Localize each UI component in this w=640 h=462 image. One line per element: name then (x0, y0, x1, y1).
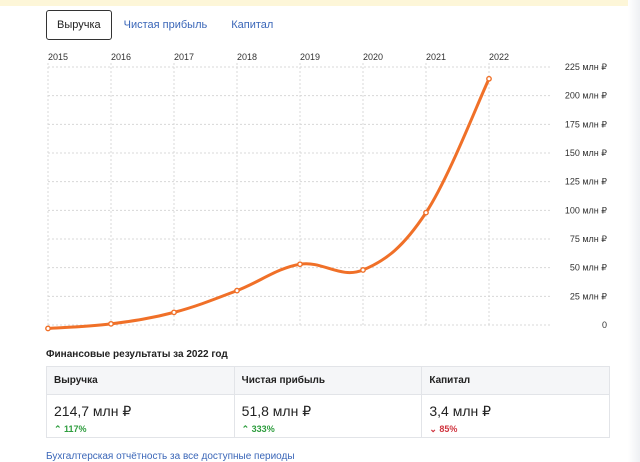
x-tick-label: 2022 (489, 52, 509, 62)
results-col-capital: Капитал 3,4 млн ₽ ⌄ 85% (422, 367, 610, 437)
results-col-value: 214,7 млн ₽ (54, 403, 132, 419)
y-tick-label: 75 млн ₽ (570, 234, 607, 244)
tab-revenue[interactable]: Выручка (46, 10, 112, 40)
data-point[interactable] (45, 325, 51, 332)
arrow-down-icon: ⌄ (429, 424, 437, 434)
results-table: Выручка 214,7 млн ₽ ⌃ 117% Чистая прибыль… (46, 366, 610, 438)
data-point[interactable] (108, 320, 114, 327)
results-col-header: Выручка (47, 367, 234, 395)
results-title: Финансовые результаты за 2022 год (46, 349, 228, 360)
change-value: 333% (251, 424, 275, 434)
y-tick-label: 25 млн ₽ (570, 291, 607, 301)
data-point[interactable] (486, 75, 492, 82)
arrow-up-icon: ⌃ (54, 424, 62, 434)
revenue-line (46, 77, 491, 330)
data-point[interactable] (234, 287, 240, 294)
change-value: 85% (439, 424, 458, 434)
y-tick-label: 175 млн ₽ (565, 119, 607, 129)
tab-capital[interactable]: Капитал (219, 11, 285, 39)
x-tick-label: 2017 (174, 52, 194, 62)
y-tick-label: 50 млн ₽ (570, 263, 607, 273)
y-tick-label: 200 млн ₽ (565, 91, 607, 101)
change-value: 117% (64, 424, 87, 434)
x-tick-label: 2021 (426, 52, 446, 62)
x-tick-label: 2018 (237, 52, 257, 62)
y-tick-label: 100 млн ₽ (565, 205, 607, 215)
revenue-chart: 0 25 млн ₽ 50 млн ₽ 75 млн ₽ 100 млн ₽ 125 мл… (45, 52, 607, 332)
results-col-header: Капитал (422, 367, 610, 395)
results-col-value: 51,8 млн ₽ (241, 403, 312, 419)
all-reports-link[interactable]: Бухгалтерская отчётность за все доступны… (46, 451, 295, 462)
data-point[interactable] (297, 261, 303, 268)
metric-tabs: Выручка Чистая прибыль Капитал (46, 10, 285, 40)
y-tick-label: 150 млн ₽ (565, 148, 607, 158)
x-tick-label: 2020 (363, 52, 383, 62)
y-tick-label: 225 млн ₽ (565, 62, 607, 72)
change-badge: ⌄ 85% (422, 424, 609, 435)
y-tick-label: 0 (602, 320, 607, 330)
results-col-revenue: Выручка 214,7 млн ₽ ⌃ 117% (47, 367, 235, 437)
arrow-up-icon: ⌃ (241, 424, 250, 434)
results-col-header: Чистая прибыль (234, 367, 422, 395)
top-strip (0, 0, 640, 6)
change-badge: ⌃ 333% (235, 424, 422, 435)
x-tick-label: 2019 (300, 52, 320, 62)
y-tick-label: 125 млн ₽ (565, 177, 607, 187)
data-point[interactable] (360, 267, 366, 273)
tab-net-profit[interactable]: Чистая прибыль (112, 11, 220, 39)
change-badge: ⌃ 117% (47, 424, 234, 435)
x-tick-label: 2016 (111, 52, 131, 62)
data-point[interactable] (171, 309, 177, 316)
results-col-net-profit: Чистая прибыль 51,8 млн ₽ ⌃ 333% (234, 367, 423, 437)
x-tick-label: 2015 (48, 52, 68, 62)
results-col-value: 3,4 млн ₽ (429, 403, 492, 419)
data-point[interactable] (423, 209, 429, 216)
